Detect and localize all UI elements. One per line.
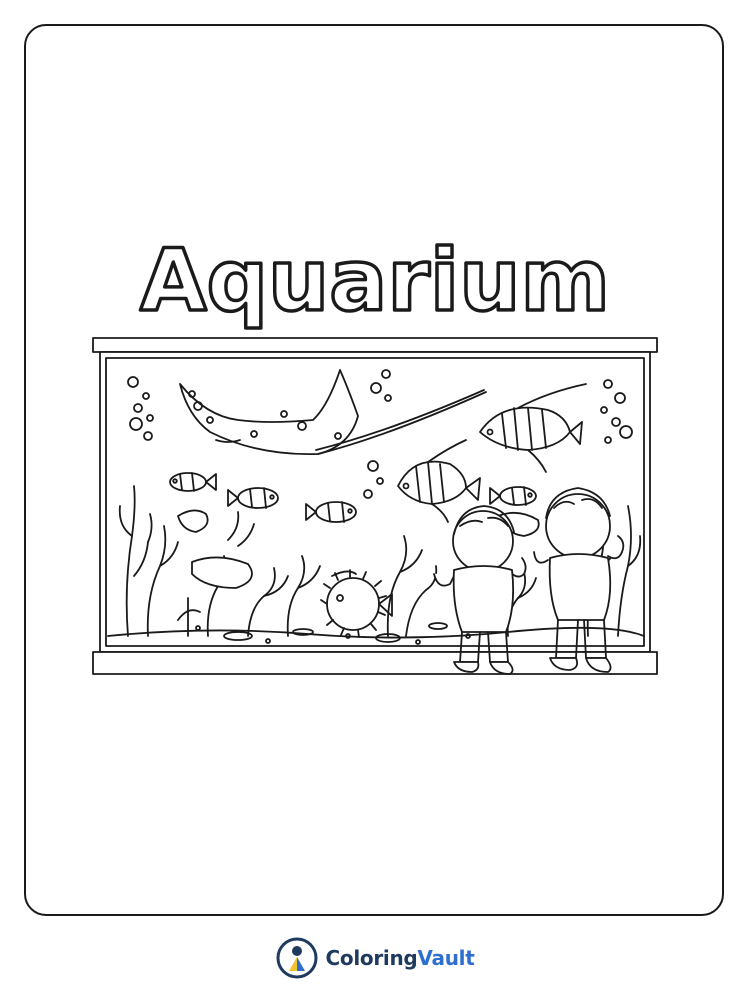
brand-name-part-2: Vault [417,946,475,970]
brand-name[interactable]: ColoringVault [326,946,475,970]
coloringvault-logo-icon [276,937,318,979]
page-title-text: Aquarium [140,232,610,331]
page-title-outline: Aquarium [138,232,612,332]
aquarium-illustration [88,336,662,706]
brand-name-part-1: Coloring [325,946,418,970]
brand-footer: ColoringVault [0,930,750,986]
page-title: Aquarium [0,232,750,332]
